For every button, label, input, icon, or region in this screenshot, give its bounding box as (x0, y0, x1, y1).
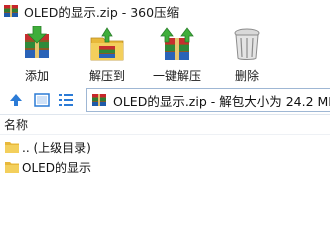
list-view-icon[interactable] (58, 92, 74, 108)
one-click-extract-button-label: 一键解压 (152, 69, 201, 83)
path-field[interactable]: OLED的显示.zip - 解包大小为 24.2 MB (86, 88, 330, 112)
list-item-parent-dir[interactable]: .. (上级目录) (0, 137, 330, 157)
folder-icon (5, 161, 19, 173)
title-bar: OLED的显示.zip - 360压缩 (0, 0, 330, 22)
window-title: OLED的显示.zip - 360压缩 (24, 4, 180, 20)
column-header-name-label: 名称 (4, 118, 29, 132)
toolbar: 添加 解压到 一键解压 删除 (0, 22, 330, 86)
extract-to-button-label: 解压到 (88, 69, 125, 83)
delete-button-label: 删除 (234, 69, 259, 83)
archive-icon (91, 92, 107, 108)
address-bar: OLED的显示.zip - 解包大小为 24.2 MB (0, 86, 330, 114)
trash-icon (229, 26, 265, 62)
one-click-extract-icon (159, 26, 195, 62)
extract-to-icon (89, 26, 125, 62)
thumbnail-view-icon[interactable] (34, 92, 50, 108)
path-text: OLED的显示.zip - 解包大小为 24.2 MB (113, 93, 330, 109)
add-button[interactable]: 添加 (2, 24, 72, 86)
add-archive-icon (19, 25, 55, 62)
up-arrow-icon[interactable] (8, 92, 24, 108)
archive-icon (3, 3, 19, 19)
column-header-name[interactable]: 名称 (0, 115, 330, 135)
delete-button[interactable]: 删除 (212, 24, 282, 86)
extract-to-button[interactable]: 解压到 (72, 24, 142, 86)
folder-icon (5, 141, 19, 153)
list-item-label: OLED的显示 (22, 160, 91, 175)
list-item-label: .. (上级目录) (22, 140, 91, 155)
file-list: 名称 .. (上级目录) OLED的显示 (0, 114, 330, 242)
one-click-extract-button[interactable]: 一键解压 (142, 24, 212, 86)
add-button-label: 添加 (24, 69, 49, 83)
list-item-folder[interactable]: OLED的显示 (0, 157, 330, 177)
